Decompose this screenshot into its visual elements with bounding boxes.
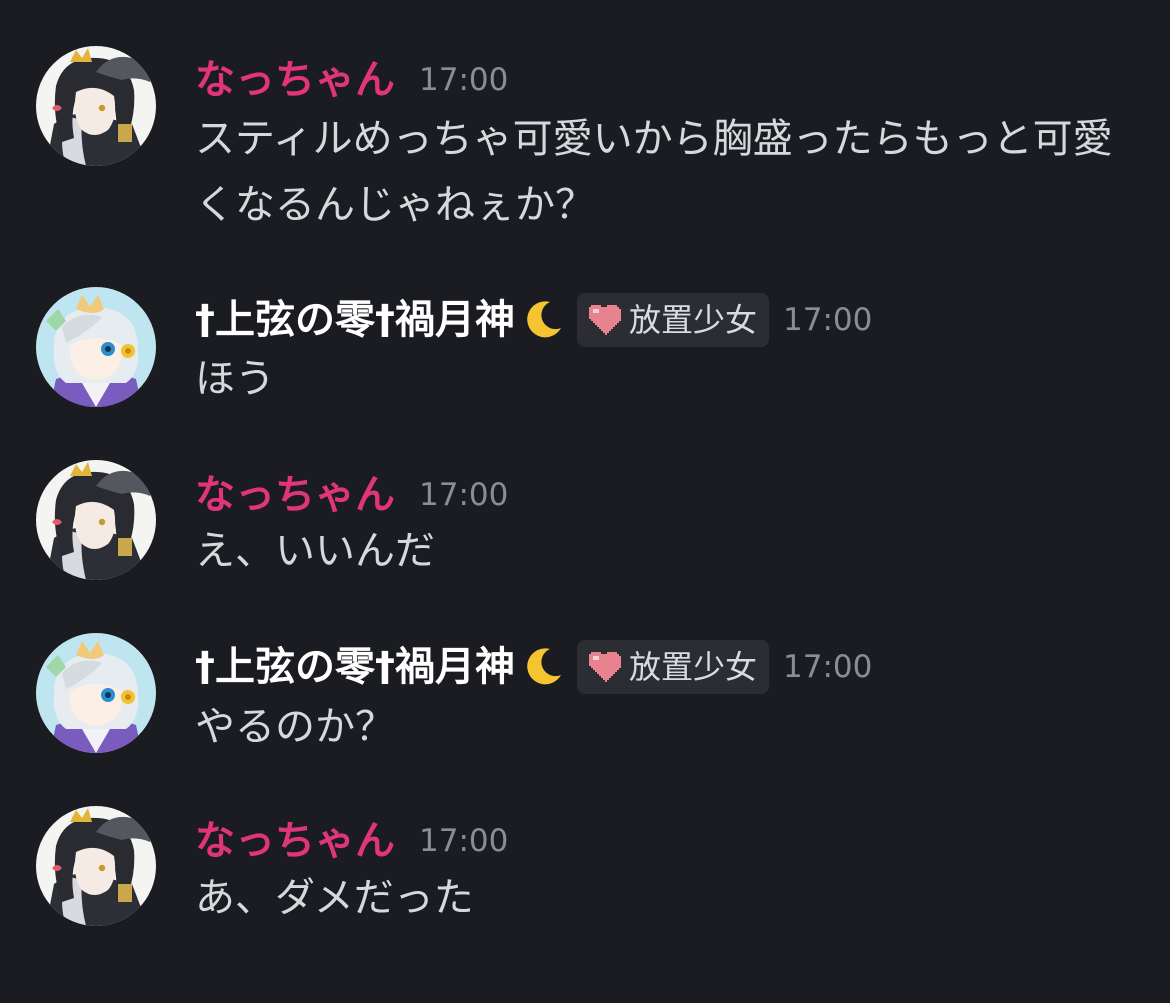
avatar[interactable] — [36, 287, 156, 407]
message-text: え、いいんだ — [195, 528, 435, 574]
avatar[interactable] — [36, 806, 156, 926]
role-tag[interactable]: 放置少女 — [577, 640, 770, 694]
message-header: なっちゃん 17:00 — [195, 50, 508, 110]
author-name[interactable]: なっちゃん — [195, 60, 395, 100]
crescent-moon-icon — [521, 645, 565, 689]
message-text: あ、ダメだった — [195, 875, 474, 921]
avatar[interactable] — [36, 460, 156, 580]
timestamp: 17:00 — [783, 648, 873, 685]
message-header: †上弦の零†禍月神 放置少女 17:00 — [195, 290, 872, 350]
timestamp: 17:00 — [783, 301, 873, 338]
message-header: なっちゃん 17:00 — [195, 811, 508, 871]
role-tag-label: 放置少女 — [629, 648, 758, 686]
message-header: †上弦の零†禍月神 放置少女 17:00 — [195, 637, 872, 697]
message-text: やるのか？ — [195, 704, 395, 750]
timestamp: 17:00 — [419, 61, 509, 98]
author-name[interactable]: †上弦の零†禍月神 — [195, 300, 515, 340]
timestamp: 17:00 — [419, 822, 509, 859]
pixel-heart-icon — [587, 652, 621, 682]
message-text: スティルめっちゃ可愛いから胸盛ったらもっと可愛くなるんじゃねぇか？ — [195, 116, 1113, 228]
role-tag[interactable]: 放置少女 — [577, 293, 770, 347]
message-header: なっちゃん 17:00 — [195, 465, 508, 525]
role-tag-label: 放置少女 — [629, 301, 758, 339]
author-name[interactable]: なっちゃん — [195, 475, 395, 515]
timestamp: 17:00 — [419, 476, 509, 513]
author-name[interactable]: なっちゃん — [195, 821, 395, 861]
avatar[interactable] — [36, 633, 156, 753]
pixel-heart-icon — [587, 305, 621, 335]
author-name[interactable]: †上弦の零†禍月神 — [195, 647, 515, 687]
crescent-moon-icon — [521, 298, 565, 342]
avatar[interactable] — [36, 46, 156, 166]
message-text: ほう — [195, 356, 275, 402]
